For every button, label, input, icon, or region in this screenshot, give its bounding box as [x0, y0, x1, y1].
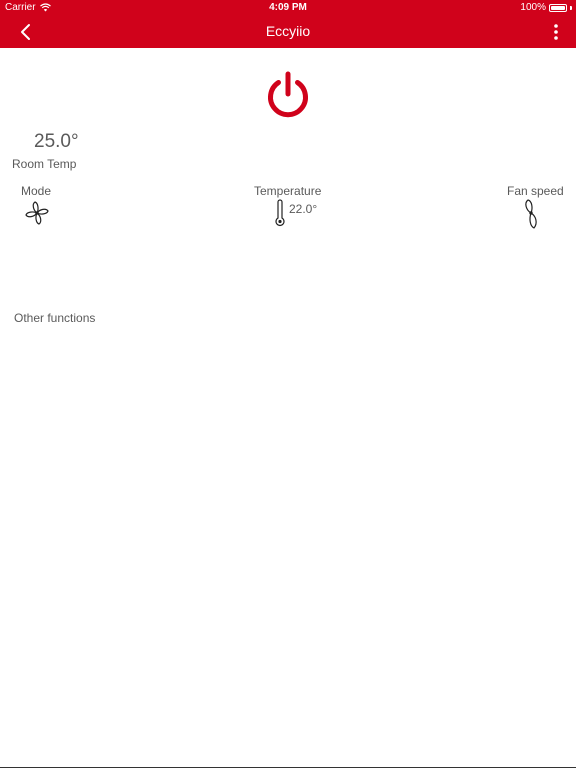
set-temperature-value[interactable]: 22.0°	[289, 202, 317, 216]
battery-icon	[549, 3, 567, 12]
power-icon	[268, 71, 308, 118]
other-functions-label: Other functions	[14, 311, 96, 325]
temperature-label: Temperature	[254, 184, 322, 198]
status-time: 4:09 PM	[269, 2, 307, 13]
status-bar: Carrier 4:09 PM 100%	[0, 0, 576, 16]
status-battery: 100%	[520, 2, 572, 13]
nav-bar: Eccyiio	[0, 16, 576, 48]
power-button[interactable]	[263, 70, 313, 120]
room-temp-value: 25.0°	[34, 131, 79, 152]
mode-label: Mode	[21, 184, 52, 198]
more-button[interactable]	[548, 22, 564, 42]
mode-button[interactable]	[24, 200, 50, 226]
more-vertical-icon	[554, 24, 558, 40]
battery-percent: 100%	[520, 2, 546, 13]
fan-blades-icon	[25, 201, 49, 225]
page-title: Eccyiio	[265, 23, 311, 39]
battery-fill	[551, 5, 565, 10]
room-temp-label: Room Temp	[12, 157, 77, 171]
fan-speed-icon	[525, 199, 537, 229]
fan-speed-label: Fan speed	[507, 184, 564, 198]
battery-tip	[570, 5, 572, 10]
fan-speed-button[interactable]	[520, 198, 542, 230]
thermometer-icon	[275, 199, 285, 226]
app-screen: Carrier 4:09 PM 100% Eccyiio 25.0° Room …	[0, 0, 576, 768]
